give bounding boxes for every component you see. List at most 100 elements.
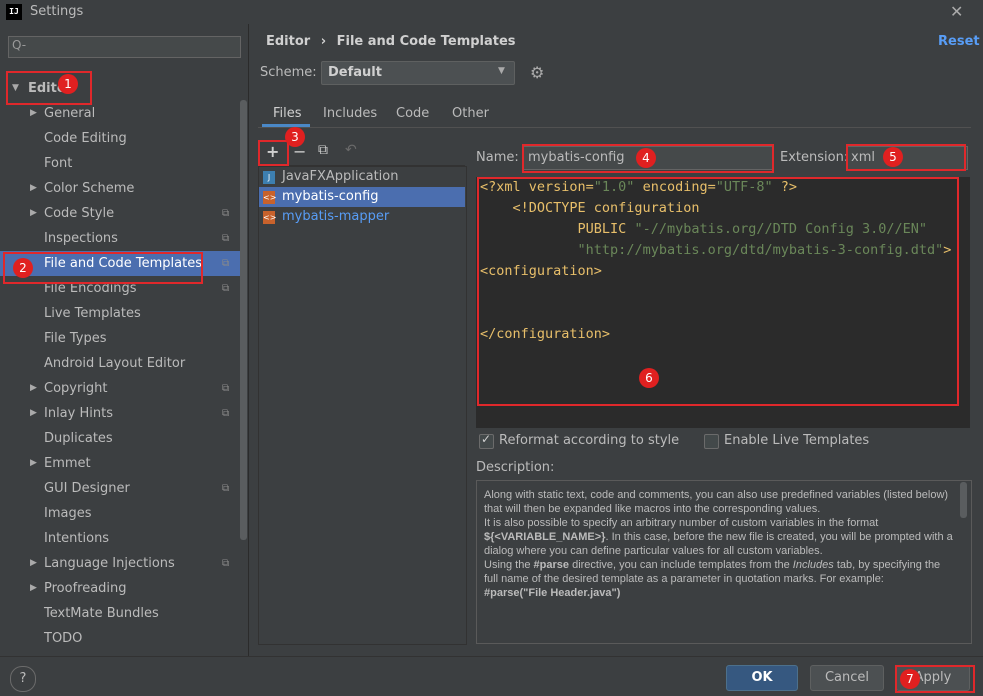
reset-link[interactable]: Reset [938, 34, 980, 49]
template-list [258, 166, 467, 645]
project-scope-icon: ⧉ [222, 283, 230, 294]
sidebar-item-font[interactable]: Font [0, 151, 240, 176]
annotation-box [846, 144, 966, 171]
extension-label: Extension: [780, 150, 849, 165]
sidebar-item-label: Duplicates [44, 431, 113, 446]
scheme-label: Scheme: [260, 65, 317, 80]
sidebar-item-label: Proofreading [44, 581, 127, 596]
tabs-divider [258, 127, 971, 128]
sidebar-item-android-layout-editor[interactable]: Android Layout Editor [0, 351, 240, 376]
chevron-right-icon[interactable]: ▶ [30, 401, 37, 426]
description-scrollbar[interactable] [960, 482, 967, 518]
annotation-box [3, 252, 203, 284]
sidebar-item-label: Inspections [44, 231, 118, 246]
annotation-badge-3: 3 [285, 127, 305, 147]
project-scope-icon: ⧉ [222, 558, 230, 569]
sidebar-item-intentions[interactable]: Intentions [0, 526, 240, 551]
sidebar-item-label: Android Layout Editor [44, 356, 186, 371]
description-text: Along with static text, code and comment… [484, 489, 953, 599]
sidebar-item-file-types[interactable]: File Types [0, 326, 240, 351]
sidebar-item-label: TODO [44, 631, 83, 646]
description-label: Description: [476, 460, 555, 475]
java-file-icon: J [263, 171, 275, 184]
sidebar-item-live-templates[interactable]: Live Templates [0, 301, 240, 326]
annotation-box [258, 140, 289, 166]
chevron-right-icon[interactable]: ▶ [30, 551, 37, 576]
tab-files[interactable]: Files [273, 106, 302, 121]
sidebar-item-label: Color Scheme [44, 181, 135, 196]
sidebar-item-textmate-bundles[interactable]: TextMate Bundles [0, 601, 240, 626]
project-scope-icon: ⧉ [222, 208, 230, 219]
annotation-badge-6: 6 [639, 368, 659, 388]
sidebar-item-inlay-hints[interactable]: ▶ Inlay Hints ⧉ [0, 401, 240, 426]
annotation-badge-7: 7 [900, 669, 920, 689]
annotation-badge-2: 2 [13, 258, 33, 278]
footer-divider [0, 656, 983, 657]
window-title: Settings [30, 4, 84, 19]
sidebar-item-label: Code Editing [44, 131, 127, 146]
sidebar-item-label: Font [44, 156, 73, 171]
breadcrumb: Editor › File and Code Templates [266, 34, 516, 49]
chevron-right-icon[interactable]: ▶ [30, 376, 37, 401]
gear-icon[interactable]: ⚙ [530, 63, 544, 82]
list-item[interactable]: J JavaFXApplication [259, 167, 465, 187]
settings-search-input[interactable] [8, 36, 241, 58]
tab-code[interactable]: Code [396, 106, 429, 121]
copy-icon[interactable]: ⧉ [318, 142, 328, 158]
chevron-right-icon[interactable]: ▶ [30, 576, 37, 601]
project-scope-icon: ⧉ [222, 408, 230, 419]
sidebar-item-label: Live Templates [44, 306, 141, 321]
chevron-down-icon: ▼ [498, 66, 505, 76]
sidebar-item-label: Intentions [44, 531, 110, 546]
sidebar-item-label: Code Style [44, 206, 115, 221]
help-button[interactable]: ? [10, 666, 36, 692]
tab-other[interactable]: Other [452, 106, 489, 121]
annotation-box [477, 177, 959, 406]
sidebar-scrollbar[interactable] [240, 100, 247, 540]
sidebar-item-inspections[interactable]: Inspections ⧉ [0, 226, 240, 251]
sidebar-item-label: GUI Designer [44, 481, 130, 496]
tab-includes[interactable]: Includes [323, 106, 377, 121]
project-scope-icon: ⧉ [222, 383, 230, 394]
sidebar-item-language-injections[interactable]: ▶ Language Injections ⧉ [0, 551, 240, 576]
list-item[interactable]: <> mybatis-config [259, 187, 465, 207]
annotation-badge-5: 5 [883, 147, 903, 167]
cancel-button[interactable]: Cancel [810, 665, 884, 691]
list-item[interactable]: <> mybatis-mapper [259, 207, 465, 227]
breadcrumb-parent[interactable]: Editor [266, 34, 310, 49]
reset-to-default-icon[interactable]: ↶ [345, 142, 357, 158]
xml-file-icon: <> [263, 211, 277, 224]
sidebar-item-label: Emmet [44, 456, 91, 471]
chevron-right-icon[interactable]: ▶ [30, 451, 37, 476]
title-bar [0, 0, 983, 24]
close-icon[interactable]: ✕ [950, 2, 963, 21]
xml-file-icon: <> [263, 191, 277, 204]
reformat-label: Reformat according to style [499, 433, 680, 448]
sidebar-item-color-scheme[interactable]: ▶ Color Scheme [0, 176, 240, 201]
chevron-right-icon[interactable]: ▶ [30, 201, 37, 226]
sidebar-item-copyright[interactable]: ▶ Copyright ⧉ [0, 376, 240, 401]
sidebar-item-duplicates[interactable]: Duplicates [0, 426, 240, 451]
check-icon: ✓ [481, 432, 492, 446]
settings-sidebar: ▼ Editor ▶ General Code Editing Font ▶ Color … [0, 70, 248, 656]
sidebar-item-proofreading[interactable]: ▶ Proofreading [0, 576, 240, 601]
sidebar-item-todo[interactable]: TODO [0, 626, 240, 651]
sidebar-item-emmet[interactable]: ▶ Emmet [0, 451, 240, 476]
sidebar-item-code-editing[interactable]: Code Editing [0, 126, 240, 151]
live-templates-label: Enable Live Templates [724, 433, 870, 448]
sidebar-item-images[interactable]: Images [0, 501, 240, 526]
live-templates-checkbox[interactable] [704, 434, 719, 449]
intellij-logo-icon: IJ [6, 4, 22, 20]
sidebar-item-label: Images [44, 506, 92, 521]
sidebar-item-label: Copyright [44, 381, 108, 396]
name-label: Name: [476, 150, 519, 165]
ok-button[interactable]: OK [726, 665, 798, 691]
sidebar-item-gui-designer[interactable]: GUI Designer ⧉ [0, 476, 240, 501]
sidebar-item-code-style[interactable]: ▶ Code Style ⧉ [0, 201, 240, 226]
divider [248, 24, 249, 656]
reformat-checkbox[interactable]: ✓ [479, 432, 494, 449]
search-icon: Q- [12, 38, 27, 52]
sidebar-item-label: Language Injections [44, 556, 175, 571]
chevron-right-icon[interactable]: ▶ [30, 176, 37, 201]
sidebar-item-label: Inlay Hints [44, 406, 113, 421]
